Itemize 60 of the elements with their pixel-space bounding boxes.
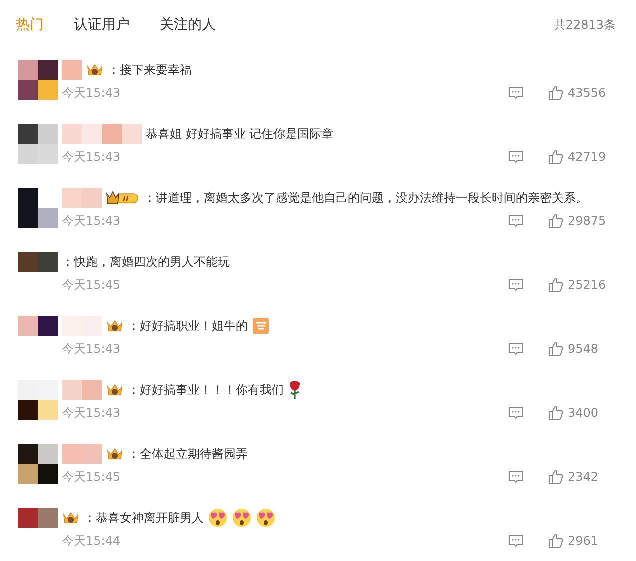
like-button[interactable]: 3400 <box>548 405 612 421</box>
comment-time: 今天15:43 <box>62 212 122 230</box>
crown-icon <box>86 62 104 78</box>
comment-icon[interactable] <box>508 469 524 485</box>
tab[interactable]: 关注的人 <box>160 16 216 34</box>
crown-icon <box>62 510 80 526</box>
comment-text: ：好好搞事业！！！你有我们 <box>128 382 284 398</box>
comment-time: 今天15:45 <box>62 276 122 294</box>
comment-time: 今天15:43 <box>62 84 122 102</box>
comment-time: 今天15:43 <box>62 404 122 422</box>
crown-icon <box>106 318 124 334</box>
avatar[interactable] <box>18 60 58 100</box>
comment-icon[interactable] <box>508 149 524 165</box>
comment-icon[interactable] <box>508 341 524 357</box>
comment-icon[interactable] <box>508 213 524 229</box>
like-button[interactable]: 42719 <box>548 149 612 165</box>
like-button[interactable]: 25216 <box>548 277 612 293</box>
thumbs-up-icon <box>548 213 564 229</box>
avatar[interactable] <box>18 444 58 484</box>
comment-time: 今天15:43 <box>62 148 122 166</box>
thumbs-up-icon <box>548 149 564 165</box>
thumbs-up-icon <box>548 341 564 357</box>
like-button[interactable]: 43556 <box>548 85 612 101</box>
avatar[interactable] <box>18 124 58 164</box>
comment-icon[interactable] <box>508 277 524 293</box>
thumbs-up-icon <box>548 85 564 101</box>
praise-sticker-icon <box>252 317 270 335</box>
like-button[interactable]: 9548 <box>548 341 612 357</box>
thumbs-up-icon <box>548 533 564 549</box>
comment-text: ：恭喜女神离开脏男人 <box>84 510 204 526</box>
like-button[interactable]: 2342 <box>548 469 612 485</box>
like-button[interactable]: 2961 <box>548 533 612 549</box>
comment-icon[interactable] <box>508 405 524 421</box>
crown-level-icon <box>106 190 140 206</box>
comment-text: 恭喜姐 好好搞事业 记住你是国际章 <box>146 126 334 142</box>
comment-time: 今天15:45 <box>62 468 122 486</box>
rose-icon <box>288 380 302 400</box>
comment-text: ：快跑，离婚四次的男人不能玩 <box>62 254 230 270</box>
comment-time: 今天15:44 <box>62 532 122 550</box>
heart-eyes-emoji-icon <box>208 508 228 528</box>
comment-text: ：好好搞职业！姐牛的 <box>128 318 248 334</box>
comment-count: 共22813条 <box>554 16 616 34</box>
thumbs-up-icon <box>548 277 564 293</box>
thumbs-up-icon <box>548 405 564 421</box>
comment-icon[interactable] <box>508 533 524 549</box>
avatar[interactable] <box>18 380 58 420</box>
tab[interactable]: 热门 <box>16 16 44 34</box>
crown-icon <box>106 382 124 398</box>
heart-eyes-emoji-icon <box>256 508 276 528</box>
crown-icon <box>106 446 124 462</box>
avatar[interactable] <box>18 188 58 228</box>
tab[interactable]: 认证用户 <box>74 16 130 34</box>
thumbs-up-icon <box>548 469 564 485</box>
comment-text: ：全体起立期待酱园弄 <box>128 446 248 462</box>
comment-text: ：讲道理，离婚太多次了感觉是他自己的问题，没办法维持一段长时间的亲密关系。 <box>144 190 588 206</box>
comment-time: 今天15:43 <box>62 340 122 358</box>
like-button[interactable]: 29875 <box>548 213 612 229</box>
comment-icon[interactable] <box>508 85 524 101</box>
heart-eyes-emoji-icon <box>232 508 252 528</box>
comment-text: ：接下来要幸福 <box>108 62 192 78</box>
